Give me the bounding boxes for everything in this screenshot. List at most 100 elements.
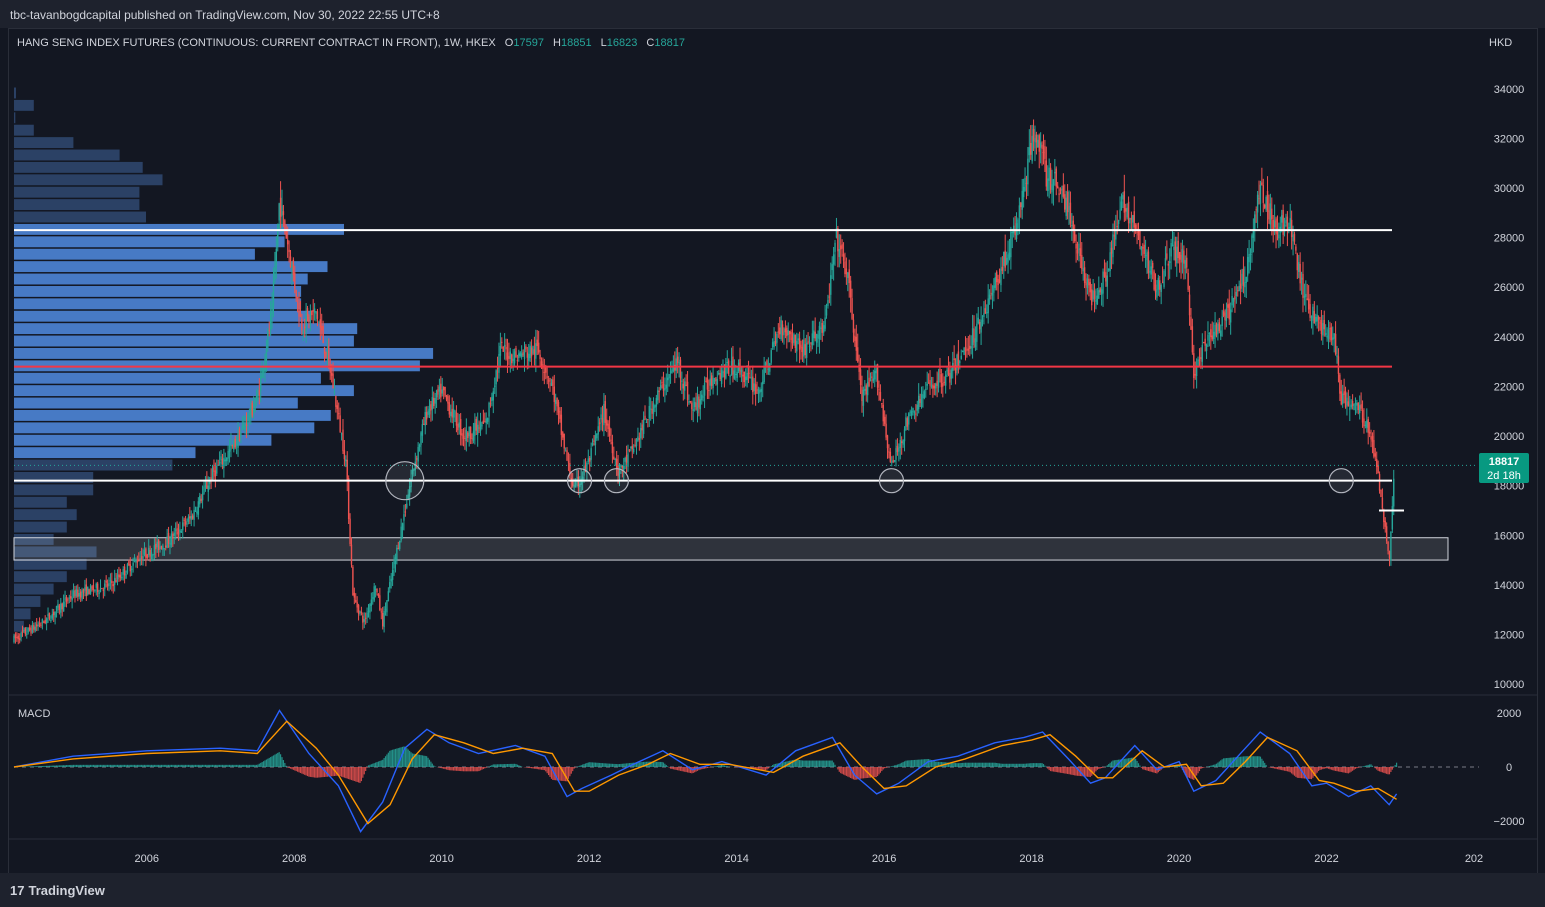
candle-body: [834, 242, 836, 252]
candle-body: [1265, 196, 1267, 210]
macd-axis-tick: −2000: [1494, 816, 1525, 828]
candle-body: [1360, 404, 1362, 409]
candle-body: [720, 370, 723, 384]
candle-body: [1305, 293, 1307, 298]
time-axis-tick: 2016: [872, 853, 896, 865]
candle-body: [1171, 244, 1174, 247]
candle-body: [241, 426, 244, 430]
price-axis-tick: 26000: [1494, 282, 1525, 294]
candle-body: [1078, 243, 1080, 251]
candle-body: [237, 432, 239, 448]
candle-body: [1000, 268, 1002, 286]
candle-body: [1168, 261, 1171, 263]
time-axis-tick: 2012: [577, 853, 601, 865]
candle-body: [70, 596, 72, 599]
candle-body: [919, 398, 921, 403]
volume-profile-row: [14, 459, 173, 471]
candle-body: [468, 426, 470, 437]
candle-body: [362, 615, 364, 623]
candle-body: [1062, 185, 1065, 197]
candle-body: [779, 327, 781, 335]
candle-body: [78, 593, 80, 597]
candle-body: [857, 347, 859, 362]
candle-body: [1292, 234, 1294, 242]
candle-body: [898, 447, 900, 452]
candle-body: [1263, 204, 1266, 208]
candle-body: [1211, 335, 1213, 340]
candle-body: [28, 627, 31, 631]
candle-body: [366, 612, 368, 618]
candle-body: [1363, 418, 1365, 427]
candle-body: [844, 261, 846, 275]
candle-body: [562, 432, 564, 438]
candle-body: [1061, 188, 1063, 190]
candle-body: [1376, 458, 1378, 467]
candle-body: [923, 391, 926, 399]
candle-body: [603, 404, 605, 426]
candle-body: [872, 378, 875, 382]
volume-profile-row: [14, 496, 67, 508]
candle-body: [764, 363, 767, 365]
candle-body: [1085, 282, 1087, 286]
candle-body: [173, 532, 175, 536]
time-axis-tick: 2018: [1019, 853, 1043, 865]
candle-body: [966, 349, 968, 351]
candle-body: [830, 275, 832, 295]
volume-profile-row: [14, 298, 302, 310]
chart-svg[interactable]: 3400032000300002800026000240002200020000…: [9, 29, 1537, 873]
candle-body: [866, 381, 869, 396]
candle-body: [1187, 273, 1189, 290]
candle-body: [692, 409, 694, 411]
candle-body: [1329, 328, 1331, 330]
candle-body: [693, 401, 696, 408]
candle-body: [875, 368, 877, 374]
candle-body: [296, 297, 299, 299]
candle-body: [1298, 262, 1300, 272]
candle-body: [1203, 342, 1205, 344]
candle-body: [13, 635, 15, 643]
candle-body: [370, 599, 373, 606]
candle-body: [1025, 182, 1028, 184]
candle-body: [330, 372, 333, 376]
candle-body: [488, 402, 490, 417]
candle-body: [964, 347, 967, 352]
candle-body: [849, 280, 852, 298]
candle-body: [1204, 338, 1206, 346]
candle-body: [275, 248, 278, 267]
candle-body: [790, 332, 792, 341]
candle-body: [791, 337, 794, 344]
candle-body: [1281, 215, 1283, 223]
tradingview-logo-text: TradingView: [28, 883, 105, 898]
axes-layer: 3400032000300002800026000240002200020000…: [9, 84, 1537, 865]
candle-body: [644, 415, 646, 420]
candle-body: [1278, 234, 1280, 239]
candle-body: [1103, 271, 1106, 277]
candle-body: [386, 600, 388, 613]
candle-body: [682, 383, 685, 389]
candle-body: [1256, 194, 1259, 213]
candle-body: [1252, 230, 1255, 238]
candle-body: [1042, 152, 1045, 154]
candle-body: [1139, 230, 1141, 247]
candle-body: [1346, 397, 1348, 406]
tradingview-logo[interactable]: 17 TradingView: [10, 883, 105, 898]
time-axis-tick: 2014: [724, 853, 748, 865]
candle-body: [1005, 257, 1008, 265]
candle-body: [214, 470, 217, 477]
candle-body: [770, 350, 772, 363]
candle-body: [399, 540, 401, 550]
volume-profile-row: [14, 149, 120, 161]
candle-body: [81, 590, 83, 600]
candle-body: [1008, 252, 1011, 259]
candle-body: [632, 448, 635, 453]
candle-body: [977, 317, 979, 324]
candle-body: [1034, 138, 1036, 149]
candle-body: [654, 405, 656, 408]
candle-body: [811, 333, 814, 346]
candle-body: [41, 619, 44, 624]
candle-body: [1289, 218, 1291, 229]
candle-body: [347, 478, 350, 519]
candle-body: [308, 316, 310, 323]
candle-body: [1112, 234, 1114, 258]
ohlc-high: 18851: [561, 37, 592, 49]
